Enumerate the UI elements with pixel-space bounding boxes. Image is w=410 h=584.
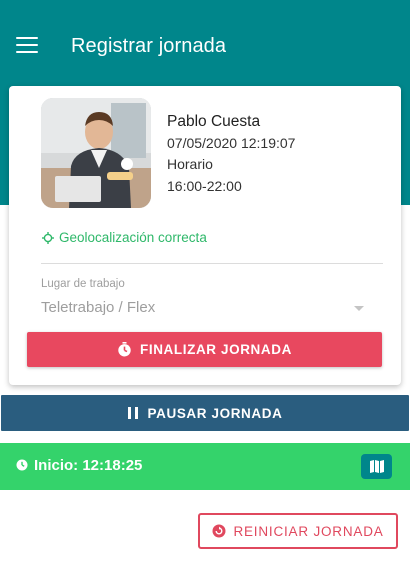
geolocation-text: Geolocalización correcta [59,230,207,245]
start-time-text: Inicio: 12:18:25 [34,457,143,474]
dropdown-arrow-icon[interactable] [354,306,364,311]
start-time-bar: Inicio: 12:18:25 [0,443,410,490]
finalize-workday-button[interactable]: FINALIZAR JORNADA [27,332,382,367]
workplace-label: Lugar de trabajo [41,278,125,290]
current-datetime: 07/05/2020 12:19:07 [167,135,296,151]
workday-card: Pablo Cuesta 07/05/2020 12:19:07 Horario… [9,86,401,385]
user-photo [41,98,151,208]
restart-workday-label: REINICIAR JORNADA [233,523,384,539]
menu-icon-line [16,43,38,47]
workplace-select[interactable]: Teletrabajo / Flex [41,299,155,316]
menu-icon-line [16,50,38,53]
location-pin-icon [42,231,54,244]
menu-button[interactable] [16,37,38,57]
pause-icon [127,407,138,419]
app-bar: Registrar jornada [0,0,410,92]
map-icon [369,460,384,473]
pause-workday-button[interactable]: PAUSAR JORNADA [1,395,409,431]
clock-icon [16,459,28,471]
divider [41,263,383,264]
avatar [41,98,151,208]
restart-icon [212,524,226,538]
user-name: Pablo Cuesta [167,113,261,130]
geolocation-status: Geolocalización correcta [42,230,207,245]
map-button[interactable] [361,454,392,479]
restart-workday-button[interactable]: REINICIAR JORNADA [198,513,398,549]
finalize-workday-label: FINALIZAR JORNADA [140,342,292,357]
page-title: Registrar jornada [71,35,227,57]
menu-icon-line [16,37,38,40]
schedule-label: Horario [167,156,213,172]
schedule-hours: 16:00-22:00 [167,178,242,194]
timer-icon [117,342,132,357]
pause-workday-label: PAUSAR JORNADA [147,405,283,421]
